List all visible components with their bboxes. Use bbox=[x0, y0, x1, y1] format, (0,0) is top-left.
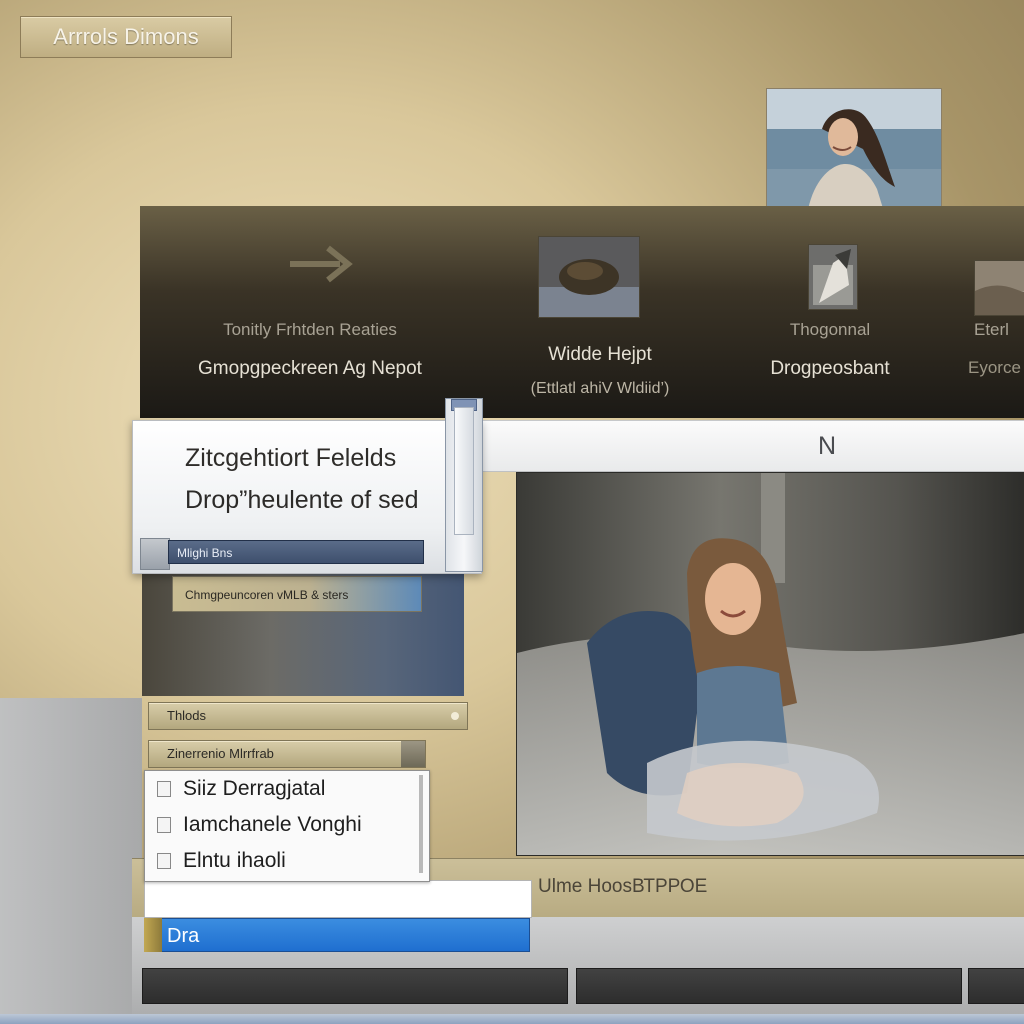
dot-icon bbox=[451, 712, 459, 720]
list-item-label: Siiz Derragjatal bbox=[183, 777, 326, 800]
carousel-item-title: Gmopgpeckreen Ag Nepot bbox=[198, 358, 422, 379]
window-bottom-edge bbox=[0, 1014, 1024, 1024]
tag-chip[interactable]: Chmgpeuncoren vMLB & sters bbox=[172, 576, 422, 612]
checkbox[interactable] bbox=[157, 781, 171, 797]
dropdown-secondary[interactable]: Zinerrenio Mlrrfrab bbox=[148, 740, 426, 768]
list-item-label: Iamchanele Vonghi bbox=[183, 813, 362, 836]
scrollbar-thumb[interactable] bbox=[454, 407, 474, 535]
carousel-item-caption: Thogonnal bbox=[789, 320, 871, 339]
side-gutter bbox=[0, 698, 142, 1024]
window-title: Arrrols Dimons bbox=[20, 16, 232, 58]
main-photo-art bbox=[517, 473, 1024, 855]
carousel-band: Tonitly Frhtden Reaties Gmopgpeckreen Ag… bbox=[140, 206, 1024, 418]
preview-photo-art bbox=[767, 89, 941, 215]
content-header-bar bbox=[482, 420, 1024, 472]
footer-segment[interactable] bbox=[576, 968, 962, 1004]
carousel-item-subtitle: (Ettlatl ahiV Wldiid’) bbox=[530, 380, 670, 397]
shelf-label: Ulme HoosВТРРОЕ bbox=[538, 876, 708, 897]
dropdown-label: Thlods bbox=[167, 708, 207, 723]
footer-segment[interactable] bbox=[142, 968, 568, 1004]
dropdown-arrow[interactable] bbox=[401, 741, 425, 767]
list-item[interactable]: Elntu ihaoli bbox=[145, 843, 427, 879]
dropdown-thlods[interactable]: Thlods bbox=[148, 702, 468, 730]
list-item[interactable]: Siiz Derragjatal bbox=[145, 771, 427, 807]
carousel-item-caption: Tonitly Frhtden Reaties bbox=[223, 320, 397, 339]
preview-photo[interactable] bbox=[766, 88, 942, 216]
list-scrollbar[interactable] bbox=[419, 775, 423, 873]
carousel-item-title: Drogpeosbant bbox=[770, 358, 890, 379]
panel-title: Zitcgehtiort Felelds bbox=[185, 444, 397, 472]
panel-input-field[interactable]: Mlighi Bns bbox=[168, 540, 424, 564]
landscape-photo bbox=[974, 260, 1024, 316]
main-photo[interactable] bbox=[516, 472, 1024, 856]
carousel-item-title: Widde Hejpt bbox=[548, 344, 652, 365]
arrow-icon bbox=[290, 245, 353, 283]
dropdown-label: Zinerrenio Mlrrfrab bbox=[167, 746, 274, 761]
figure-photo bbox=[808, 244, 858, 310]
selected-row[interactable]: Dra bbox=[144, 918, 530, 952]
list-item-label: Elntu ihaoli bbox=[183, 849, 286, 872]
footer-segment[interactable] bbox=[968, 968, 1024, 1004]
header-label: N bbox=[818, 432, 837, 460]
text-input[interactable] bbox=[144, 880, 532, 918]
option-list: Siiz Derragjatal Iamchanele Vonghi Elntu… bbox=[144, 770, 430, 882]
panel-subtitle: Drop”heulente of sed bbox=[185, 486, 419, 514]
rock-photo bbox=[538, 236, 640, 318]
row-handle[interactable] bbox=[144, 918, 162, 952]
checkbox[interactable] bbox=[157, 817, 171, 833]
carousel-item-title: Eyorce bbox=[968, 358, 1021, 377]
carousel-item-caption: Eterl bbox=[974, 320, 1009, 339]
list-item[interactable]: Iamchanele Vonghi bbox=[145, 807, 427, 843]
panel-scrollbar[interactable] bbox=[445, 398, 483, 572]
checkbox[interactable] bbox=[157, 853, 171, 869]
field-handle[interactable] bbox=[140, 538, 170, 570]
